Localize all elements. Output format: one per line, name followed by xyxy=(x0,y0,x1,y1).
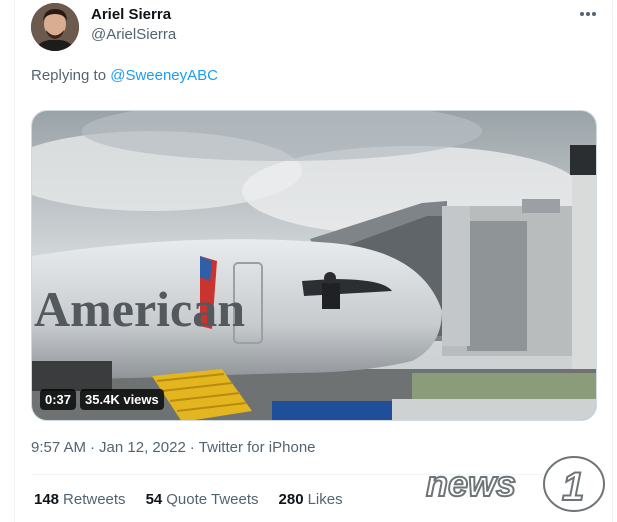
likes-label: Likes xyxy=(307,491,343,508)
tweet-stats: 148 Retweets 54 Quote Tweets 280 Likes xyxy=(34,491,343,508)
replying-to-label: Replying to xyxy=(31,67,111,84)
retweets-count: 148 xyxy=(34,491,60,508)
tweet-time[interactable]: 9:57 AM xyxy=(31,439,86,456)
replying-to: Replying to @SweeneyABC xyxy=(31,67,218,84)
author-handle[interactable]: @ArielSierra xyxy=(91,26,176,43)
author-avatar[interactable] xyxy=(31,3,79,51)
meta-separator: · xyxy=(189,439,195,456)
video-player[interactable]: American xyxy=(31,110,597,421)
quote-tweets-label: Quote Tweets xyxy=(166,491,259,508)
retweets-stat[interactable]: 148 Retweets xyxy=(34,491,126,508)
watermark-number: 1 xyxy=(562,465,584,509)
plane-livery-text: American xyxy=(34,281,245,337)
meta-separator: · xyxy=(90,439,96,456)
video-badges: 0:37 35.4K views xyxy=(40,388,168,410)
likes-count: 280 xyxy=(278,491,304,508)
reply-mention-link[interactable]: @SweeneyABC xyxy=(110,67,218,84)
news1-watermark-logo: news 1 xyxy=(425,456,605,512)
tweet-date[interactable]: Jan 12, 2022 xyxy=(99,439,186,456)
author-name[interactable]: Ariel Sierra xyxy=(91,6,171,23)
likes-stat[interactable]: 280 Likes xyxy=(279,491,343,508)
tweet-meta: 9:57 AM · Jan 12, 2022 · Twitter for iPhone xyxy=(31,439,316,456)
more-options-icon[interactable] xyxy=(576,4,600,24)
quote-tweets-count: 54 xyxy=(145,491,163,508)
retweets-label: Retweets xyxy=(63,491,126,508)
video-duration: 0:37 xyxy=(40,388,77,410)
watermark-text: news xyxy=(426,463,516,504)
tweet-source[interactable]: Twitter for iPhone xyxy=(199,439,316,456)
quote-tweets-stat[interactable]: 54 Quote Tweets xyxy=(146,491,259,508)
video-views: 35.4K views xyxy=(80,388,164,410)
